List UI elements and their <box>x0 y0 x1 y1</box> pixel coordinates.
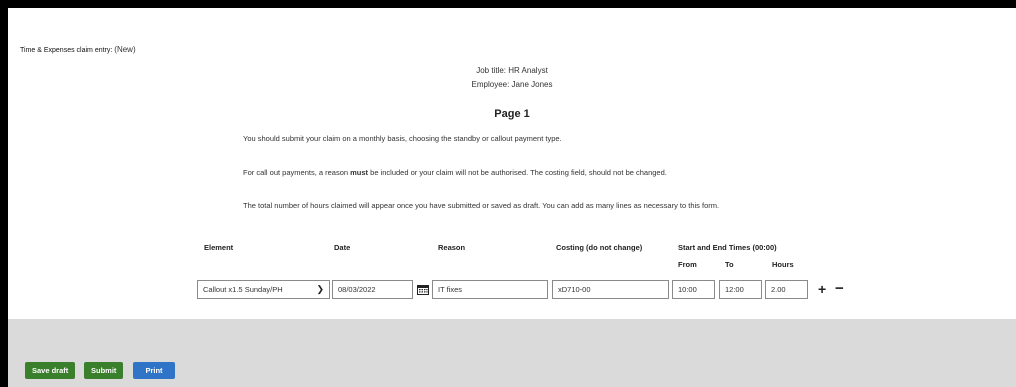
claim-form-panel: Time & Expenses claim entry: (New) Job t… <box>8 8 1016 387</box>
header-date: Date <box>334 243 351 252</box>
instruction-paragraph-2: For call out payments, a reason must be … <box>243 168 667 177</box>
header-from: From <box>678 260 697 269</box>
paragraph-2-emphasis: must <box>350 168 369 177</box>
job-title: Job title: HR Analyst <box>476 66 548 75</box>
entry-title: Time & Expenses claim entry: (New) <box>20 45 136 54</box>
header-element: Element <box>204 243 234 252</box>
end-time-input[interactable]: 12:00 <box>719 280 762 299</box>
chevron-down-icon: ❯ <box>316 284 324 294</box>
employee-name: Employee: Jane Jones <box>471 80 553 89</box>
print-button[interactable]: Print <box>133 362 175 379</box>
header-hours: Hours <box>772 260 794 269</box>
remove-line-icon[interactable]: − <box>835 280 844 297</box>
header-reason: Reason <box>438 243 466 252</box>
element-select-value: Callout x1.5 Sunday/PH <box>203 285 283 294</box>
save-draft-button[interactable]: Save draft <box>25 362 76 379</box>
submit-button[interactable]: Submit <box>84 362 124 379</box>
header-times: Start and End Times (00:00) <box>678 243 777 252</box>
header-to: To <box>725 260 734 269</box>
paragraph-2-end: be included or your claim will not be au… <box>368 168 667 177</box>
header-costing: Costing (do not change) <box>556 243 643 252</box>
instruction-paragraph-3: The total number of hours claimed will a… <box>243 201 720 210</box>
footer-toolbar: Save draft Submit Print <box>8 319 1016 387</box>
entry-label: Time & Expenses claim entry: <box>20 47 113 54</box>
add-line-icon[interactable]: + <box>818 281 826 297</box>
element-select[interactable]: Callout x1.5 Sunday/PH ❯ <box>197 280 330 299</box>
calendar-icon[interactable] <box>417 284 429 295</box>
date-input[interactable]: 08/03/2022 <box>332 280 413 299</box>
entry-state: (New) <box>114 45 136 54</box>
start-time-input[interactable]: 10:00 <box>672 280 715 299</box>
reason-input[interactable]: IT fixes <box>432 280 548 299</box>
instruction-paragraph-1: You should submit your claim on a monthl… <box>243 134 562 143</box>
hours-input[interactable]: 2.00 <box>765 280 808 299</box>
paragraph-2-start: For call out payments, a reason <box>243 168 351 177</box>
page-heading: Page 1 <box>494 108 530 120</box>
costing-input[interactable]: xD710-00 <box>552 280 669 299</box>
